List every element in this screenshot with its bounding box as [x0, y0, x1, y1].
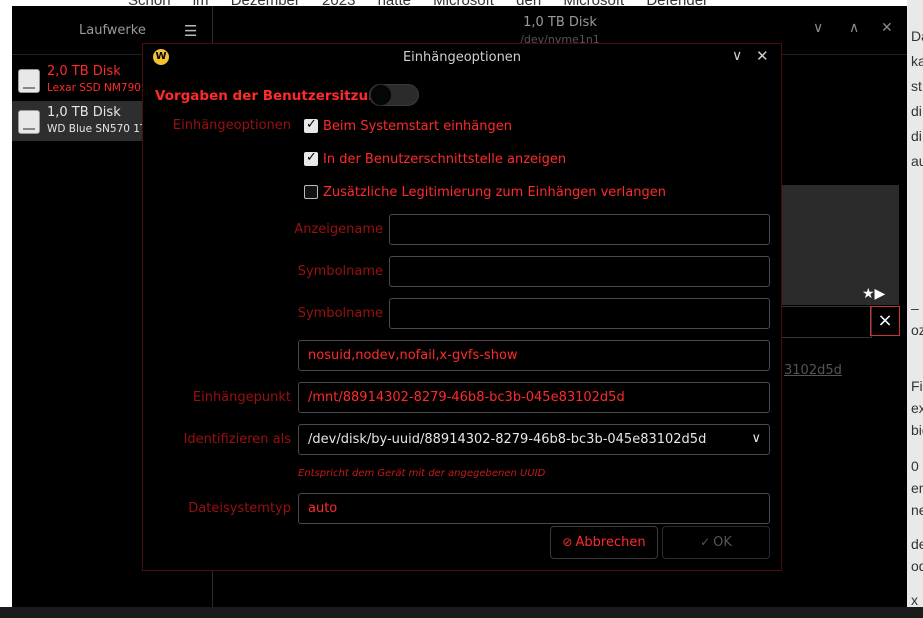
cancel-button[interactable]: ⊘ Abbrechen — [550, 526, 658, 559]
icon-name-field[interactable] — [389, 256, 770, 287]
session-defaults-toggle[interactable] — [369, 84, 419, 106]
menu-chevron-icon[interactable]: ∨ — [813, 20, 823, 36]
drive-icon — [18, 110, 40, 134]
bg-fragment: di — [911, 103, 922, 119]
media-close-icon[interactable]: × — [870, 306, 900, 336]
bg-fragment: ka — [911, 53, 923, 69]
ok-button[interactable]: ✓ OK — [662, 526, 770, 559]
toggle-knob — [370, 84, 392, 106]
checkbox-label: Zusätzliche Legitimierung zum Einhängen … — [323, 185, 666, 200]
mount-point-field[interactable]: /mnt/88914302-8279-46b8-bc3b-045e83102d5… — [298, 382, 770, 413]
bg-fragment: st — [911, 78, 922, 94]
mount-point-label: Einhängepunkt — [192, 390, 291, 405]
field-value: nosuid,nodev,nofail,x-gvfs-show — [308, 348, 518, 363]
display-name-label: Anzeigename — [294, 222, 383, 237]
checkbox-label: In der Benutzerschnittstelle anzeigen — [323, 152, 567, 167]
mount-options-label: Einhängeoptionen — [172, 118, 291, 133]
background-right-column: Da ka st di di au – I oz Fir exp bio 0 0… — [907, 0, 923, 618]
bg-fragment: au — [911, 153, 923, 169]
chevron-down-icon: ∨ — [751, 431, 761, 446]
bg-fragment: oz — [911, 322, 923, 338]
bg-fragment: 0 0 — [911, 458, 923, 474]
symbolic-icon-name-field[interactable] — [389, 298, 770, 329]
identify-as-label: Identifizieren als — [183, 432, 291, 447]
bg-fragment: exp — [911, 400, 923, 416]
bg-fragment: di — [911, 128, 922, 144]
checkmark-icon: ✓ — [700, 535, 711, 549]
sidebar-title: Laufwerke — [79, 23, 146, 38]
drive-icon — [18, 69, 40, 93]
bg-fragment: od — [911, 558, 923, 574]
window-title: 1,0 TB Disk — [523, 15, 597, 30]
bg-fragment: Fir — [911, 378, 923, 394]
identify-as-select[interactable]: /dev/disk/by-uuid/88914302-8279-46b8-bc3… — [298, 424, 770, 455]
ok-label: OK — [713, 535, 732, 550]
cancel-icon: ⊘ — [562, 535, 573, 549]
hamburger-icon[interactable]: ☰ — [184, 22, 197, 40]
bg-fragment: bio — [911, 422, 923, 438]
partition-link[interactable]: 3102d5d — [784, 363, 842, 378]
bg-fragment: en — [911, 480, 923, 496]
cancel-label: Abbrechen — [575, 535, 646, 550]
disk-model: Lexar SSD NM790 — [47, 82, 141, 94]
minimize-chevron-icon[interactable]: ∨ — [732, 48, 742, 64]
symbolic-icon-name-label: Symbolname — [297, 306, 383, 321]
icon-name-label: Symbolname — [297, 264, 383, 279]
bg-fragment: x — [911, 592, 918, 608]
checkbox-show-in-ui[interactable] — [304, 150, 318, 166]
fs-type-field[interactable]: auto — [298, 493, 770, 524]
fs-type-label: Dateisystemtyp — [188, 501, 291, 516]
disk-name: 1,0 TB Disk — [47, 105, 121, 120]
dialog-close-icon[interactable]: ✕ — [756, 47, 769, 65]
field-value: /dev/disk/by-uuid/88914302-8279-46b8-bc3… — [308, 432, 707, 447]
disk-name: 2,0 TB Disk — [47, 64, 121, 79]
mount-options-field[interactable]: nosuid,nodev,nofail,x-gvfs-show — [298, 340, 770, 371]
mount-options-dialog: W Einhängeoptionen ∨ ✕ Vorgaben der Benu… — [142, 43, 782, 571]
checkbox-label: Beim Systemstart einhängen — [323, 119, 512, 134]
disk-model: WD Blue SN570 1T — [47, 123, 147, 135]
star-play-icon[interactable]: ★▶ — [862, 286, 885, 302]
background-bottom-bar — [0, 607, 923, 618]
bg-fragment: Da — [911, 28, 923, 44]
field-value: /mnt/88914302-8279-46b8-bc3b-045e83102d5… — [308, 390, 625, 405]
media-input[interactable] — [780, 306, 872, 338]
field-value: auto — [308, 501, 338, 516]
close-icon[interactable]: ✕ — [881, 20, 893, 36]
dialog-title: Einhängeoptionen — [402, 50, 522, 65]
bg-fragment: de — [911, 536, 923, 552]
session-defaults-label: Vorgaben der Benutzersitzung — [155, 88, 388, 104]
bg-fragment: ne — [911, 502, 923, 518]
bg-fragment: – I — [911, 300, 923, 316]
dialog-header: W Einhängeoptionen ∨ ✕ — [143, 44, 781, 72]
checkbox-mount-at-startup[interactable] — [304, 117, 318, 133]
display-name-field[interactable] — [389, 214, 770, 245]
maximize-icon[interactable]: ∧ — [849, 20, 859, 36]
identify-hint: Entspricht dem Gerät mit der angegebenen… — [298, 468, 546, 479]
checkbox-require-auth[interactable] — [304, 185, 318, 199]
